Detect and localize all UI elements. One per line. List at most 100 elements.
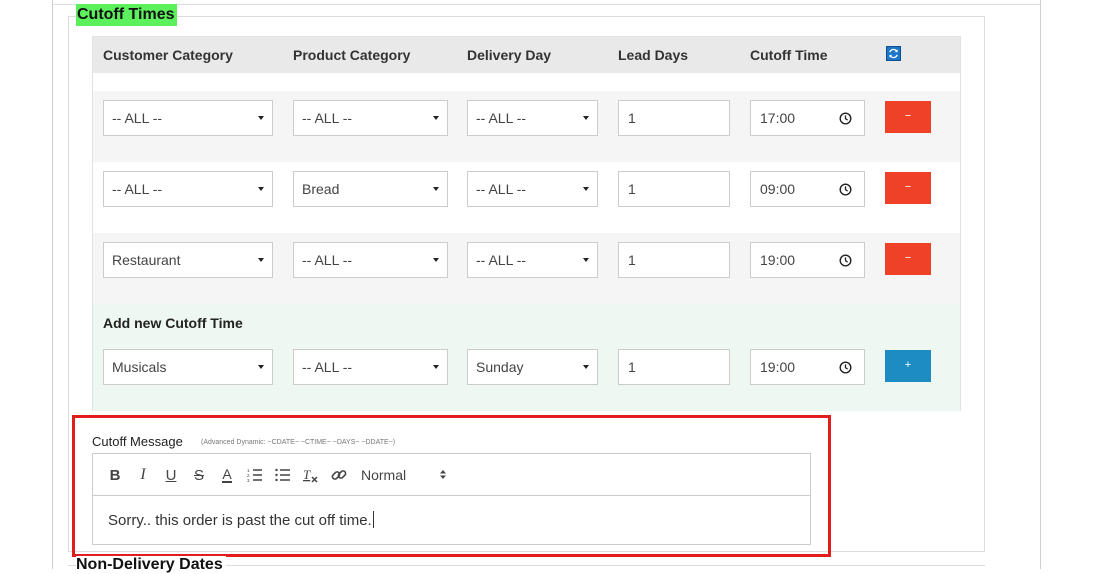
select-value: -- ALL -- — [302, 252, 353, 268]
select-value: -- ALL -- — [476, 110, 527, 126]
cutoff-time-input[interactable]: 09:00 — [750, 171, 865, 207]
editor-toolbar: B I U S A 123 T Normal — [93, 454, 810, 496]
delivery-day-select[interactable]: -- ALL -- — [467, 171, 598, 207]
section-title: Cutoff Times — [76, 4, 178, 26]
lead-days-input[interactable]: 1 — [618, 100, 730, 136]
table-header: Customer Category Product Category Deliv… — [93, 37, 960, 73]
time-value: 19:00 — [760, 252, 796, 268]
add-cutoff-row: Add new Cutoff Time Musicals -- ALL -- S… — [93, 304, 960, 411]
product-category-select[interactable]: -- ALL -- — [293, 100, 448, 136]
caret-down-icon — [258, 116, 264, 120]
next-section-title: Non-Delivery Dates — [76, 556, 226, 574]
bold-icon: B — [109, 466, 121, 484]
caret-down-icon — [433, 187, 439, 191]
header-product-category: Product Category — [293, 47, 411, 63]
underline-icon: U — [165, 466, 177, 484]
caret-down-icon — [583, 116, 589, 120]
lead-days-input[interactable]: 1 — [618, 242, 730, 278]
ordered-list-button[interactable]: 123 — [246, 466, 264, 484]
header-customer-category: Customer Category — [103, 47, 233, 63]
refresh-icon[interactable] — [886, 46, 901, 61]
strike-icon: S — [193, 466, 204, 484]
new-cutoff-time-input[interactable]: 19:00 — [750, 349, 865, 385]
product-category-select[interactable]: Bread — [293, 171, 448, 207]
caret-down-icon — [433, 116, 439, 120]
remove-row-button[interactable]: − — [885, 101, 931, 133]
remove-row-button[interactable]: − — [885, 243, 931, 275]
select-value: Restaurant — [112, 252, 181, 268]
select-value: -- ALL -- — [476, 181, 527, 197]
select-value: -- ALL -- — [112, 110, 163, 126]
customer-category-select[interactable]: -- ALL -- — [103, 171, 273, 207]
delivery-day-select[interactable]: -- ALL -- — [467, 242, 598, 278]
svg-text:T: T — [303, 468, 311, 482]
table-row: -- ALL -- -- ALL -- -- ALL -- 1 17:00 − — [93, 91, 960, 162]
text-color-icon: A — [222, 466, 232, 483]
caret-down-icon — [583, 187, 589, 191]
header-format-value: Normal — [361, 467, 407, 483]
customer-category-select[interactable]: Restaurant — [103, 242, 273, 278]
text-cursor — [372, 511, 374, 528]
underline-button[interactable]: U — [162, 466, 180, 484]
clock-icon — [839, 361, 852, 374]
header-cutoff-time: Cutoff Time — [750, 47, 828, 63]
italic-button[interactable]: I — [134, 466, 152, 484]
new-customer-category-select[interactable]: Musicals — [103, 349, 273, 385]
lead-days-input[interactable]: 1 — [618, 171, 730, 207]
link-icon — [331, 470, 347, 480]
caret-down-icon — [258, 258, 264, 262]
up-down-arrow-icon — [440, 470, 446, 479]
cutoff-message-label: Cutoff Message — [92, 434, 183, 449]
select-value: Sunday — [476, 359, 524, 375]
cutoff-time-input[interactable]: 19:00 — [750, 242, 865, 278]
clock-icon — [839, 112, 852, 125]
clear-format-icon: T — [303, 468, 318, 483]
new-delivery-day-select[interactable]: Sunday — [467, 349, 598, 385]
text-color-button[interactable]: A — [218, 466, 236, 484]
caret-down-icon — [258, 365, 264, 369]
customer-category-select[interactable]: -- ALL -- — [103, 100, 273, 136]
product-category-select[interactable]: -- ALL -- — [293, 242, 448, 278]
select-value: Bread — [302, 181, 340, 197]
bold-button[interactable]: B — [106, 466, 124, 484]
header-delivery-day: Delivery Day — [467, 47, 552, 63]
caret-down-icon — [583, 365, 589, 369]
clock-icon — [839, 254, 852, 267]
header-lead-days: Lead Days — [618, 47, 689, 63]
cutoff-message-hint: (Advanced Dynamic: ~CDATE~ ~CTIME~ ~DAYS… — [201, 439, 396, 446]
ordered-list-icon: 123 — [247, 468, 262, 482]
bullet-list-button[interactable] — [274, 466, 292, 484]
select-value: -- ALL -- — [112, 181, 163, 197]
select-value: -- ALL -- — [302, 359, 353, 375]
cutoff-message-editor: B I U S A 123 T Normal Sorry.. this orde… — [92, 453, 811, 545]
remove-row-button[interactable]: − — [885, 172, 931, 204]
new-lead-days-input[interactable]: 1 — [618, 349, 730, 385]
time-value: 09:00 — [760, 181, 796, 197]
caret-down-icon — [433, 365, 439, 369]
caret-down-icon — [583, 258, 589, 262]
caret-down-icon — [258, 187, 264, 191]
add-row-title: Add new Cutoff Time — [103, 315, 243, 331]
add-cutoff-button[interactable]: + — [885, 350, 931, 382]
new-product-category-select[interactable]: -- ALL -- — [293, 349, 448, 385]
bullet-list-icon — [275, 468, 290, 482]
table-row: -- ALL -- Bread -- ALL -- 1 09:00 − — [93, 162, 960, 233]
time-value: 19:00 — [760, 359, 796, 375]
caret-down-icon — [433, 258, 439, 262]
table-row: Restaurant -- ALL -- -- ALL -- 1 19:00 − — [93, 233, 960, 304]
select-value: -- ALL -- — [476, 252, 527, 268]
header-format-select[interactable]: Normal — [361, 465, 447, 485]
svg-text:3: 3 — [247, 478, 250, 482]
link-button[interactable] — [330, 466, 348, 484]
cutoff-time-input[interactable]: 17:00 — [750, 100, 865, 136]
select-value: Musicals — [112, 359, 167, 375]
italic-icon: I — [140, 466, 146, 483]
clear-format-button[interactable]: T — [302, 466, 320, 484]
strike-button[interactable]: S — [190, 466, 208, 484]
clock-icon — [839, 183, 852, 196]
time-value: 17:00 — [760, 110, 796, 126]
cutoff-table: Customer Category Product Category Deliv… — [92, 36, 961, 411]
delivery-day-select[interactable]: -- ALL -- — [467, 100, 598, 136]
editor-content[interactable]: Sorry.. this order is past the cut off t… — [108, 511, 374, 529]
editor-text: Sorry.. this order is past the cut off t… — [108, 512, 372, 529]
